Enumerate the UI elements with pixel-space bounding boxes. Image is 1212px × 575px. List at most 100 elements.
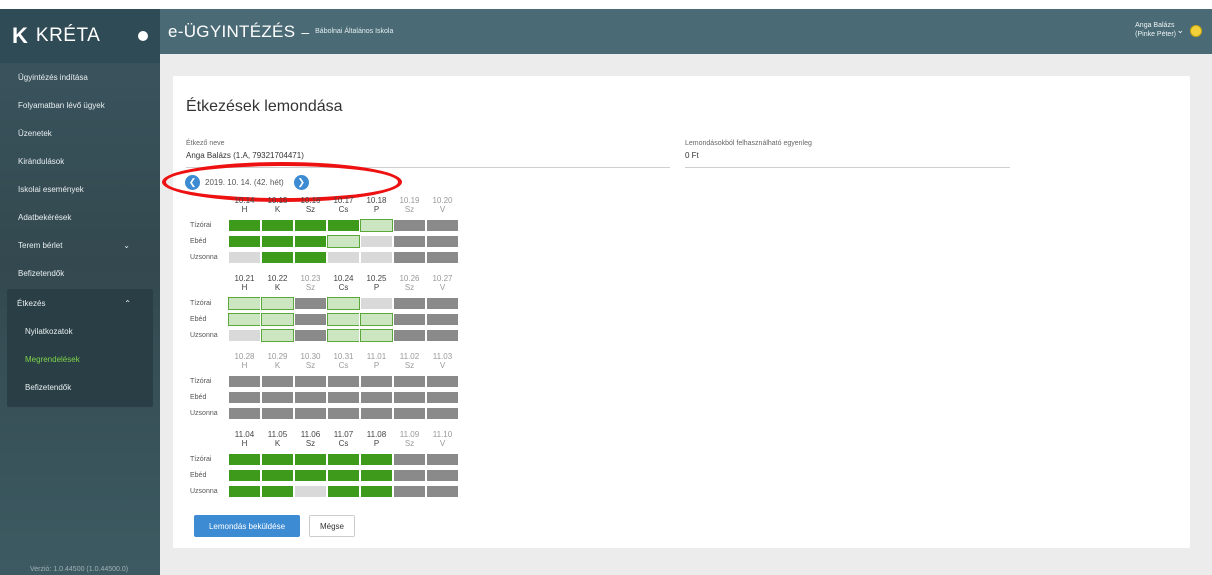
user-avatar-icon[interactable] [1190,25,1202,37]
week-day-header: 10.21 H 10.22 K 10.23 Sz 10.24 Cs 10.25 P 10.26 Sz 1… [228,274,459,292]
meal-row: Tízórai [190,295,459,311]
meal-cell[interactable] [261,452,294,466]
sidebar-item-folyamatban[interactable]: Folyamatban lévő ügyek [0,91,160,119]
meal-cell[interactable] [228,328,261,342]
day-name: V [439,283,446,292]
day-name: Sz [404,361,415,370]
meal-cell[interactable] [260,295,295,311]
meal-cell[interactable] [360,250,393,264]
meal-cell[interactable] [228,218,261,232]
day-date: 11.08 [366,430,387,439]
sidebar-subitem-nyilatkozatok[interactable]: Nyilatkozatok [7,317,153,345]
day-column-header: 10.23 Sz [294,274,327,292]
meal-cell[interactable] [327,468,360,482]
meal-cell [228,390,261,404]
meal-cell[interactable] [261,250,294,264]
meal-cell[interactable] [294,452,327,466]
meal-cell [294,296,327,310]
day-date: 10.29 [267,352,288,361]
meal-cell[interactable] [228,468,261,482]
meal-cell[interactable] [294,218,327,232]
meal-cell[interactable] [227,295,262,311]
meal-row: Tízórai [190,452,459,466]
meal-cell[interactable] [261,234,294,248]
meal-cell [393,218,426,232]
sidebar-item-iskolai-esemenyek[interactable]: Iskolai események [0,175,160,203]
sidebar-item-etkezes[interactable]: Étkezés ⌃ [7,289,153,317]
day-name: H [241,439,248,448]
meal-cell[interactable] [261,218,294,232]
day-date: 11.09 [399,430,420,439]
meal-cell [360,406,393,420]
meal-cell[interactable] [294,484,327,498]
meal-cell[interactable] [228,250,261,264]
sidebar-toggle-icon[interactable] [138,31,148,41]
day-column-header: 10.27 V [426,274,459,292]
chevron-down-icon[interactable]: ⌄ [1176,25,1184,36]
sidebar-subitem-befizetendok[interactable]: Befizetendők [7,373,153,401]
meal-cell[interactable] [228,484,261,498]
meal-cell [294,390,327,404]
cancel-button[interactable]: Mégse [309,515,355,537]
meal-cell[interactable] [326,233,361,249]
meal-cell[interactable] [260,311,295,327]
meal-cell[interactable] [360,234,393,248]
meal-cell[interactable] [261,484,294,498]
meal-cell[interactable] [327,452,360,466]
meal-cell[interactable] [327,484,360,498]
sidebar-item-label: Kirándulások [18,156,65,166]
meal-cell[interactable] [359,327,394,343]
kreta-logo-icon: K [12,23,28,48]
week-navigator: ❮ 2019. 10. 14. (42. hét) ❯ [185,175,309,190]
meal-cell[interactable] [360,484,393,498]
meal-cell[interactable] [294,250,327,264]
meal-cell[interactable] [294,468,327,482]
sidebar-item-kirandulasok[interactable]: Kirándulások [0,147,160,175]
meal-cell[interactable] [326,311,361,327]
day-date: 10.14 [234,196,255,205]
meal-cell[interactable] [327,218,360,232]
meal-cell[interactable] [227,311,262,327]
meal-cell[interactable] [360,296,393,310]
meal-cell[interactable] [326,295,361,311]
meal-cell[interactable] [260,327,295,343]
meal-cell[interactable] [228,234,261,248]
meal-cell [294,374,327,388]
sidebar-item-befizetendok[interactable]: Befizetendők [0,259,160,287]
meal-cell [426,296,459,310]
etkezo-label: Étkező neve [186,140,225,147]
sidebar-item-terem-berlet[interactable]: Terem bérlet ⌄ [0,231,160,259]
day-date: 10.24 [333,274,354,283]
day-column-header: 11.06 Sz [294,430,327,448]
submit-cancellation-button[interactable]: Lemondás beküldése [194,515,300,537]
prev-week-button[interactable]: ❮ [185,175,200,190]
meal-cell[interactable] [327,250,360,264]
day-name: Cs [338,283,349,292]
meal-cell[interactable] [360,468,393,482]
meal-row: Uzsonna [190,327,459,343]
meal-cell[interactable] [326,327,361,343]
meal-row-label: Tízórai [190,377,212,385]
meal-cell[interactable] [359,311,394,327]
meal-cell[interactable] [228,452,261,466]
meal-cell[interactable] [359,217,394,233]
user-menu[interactable]: Anga Balázs (Pinke Péter) [1135,21,1176,39]
day-column-header: 10.26 Sz [393,274,426,292]
app-title: e-ÜGYINTÉZÉS [168,21,296,41]
day-column-header: 10.20 V [426,196,459,214]
day-column-header: 10.19 Sz [393,196,426,214]
sidebar-item-uzenetek[interactable]: Üzenetek [0,119,160,147]
next-week-button[interactable]: ❯ [293,175,309,190]
meal-cell [261,390,294,404]
sidebar-item-ugyintezes-inditasa[interactable]: Ügyintézés indítása [0,63,160,91]
meal-row-label: Tízórai [190,221,212,229]
day-name: H [241,205,248,214]
day-column-header: 11.02 Sz [393,352,426,370]
meal-cell [426,374,459,388]
meal-cell[interactable] [294,234,327,248]
meal-cell[interactable] [360,452,393,466]
sidebar-item-adatbekeresek[interactable]: Adatbekérések [0,203,160,231]
sidebar-subitem-megrendelesek[interactable]: Megrendelések [7,345,153,373]
day-name: H [241,361,248,370]
meal-cell[interactable] [261,468,294,482]
